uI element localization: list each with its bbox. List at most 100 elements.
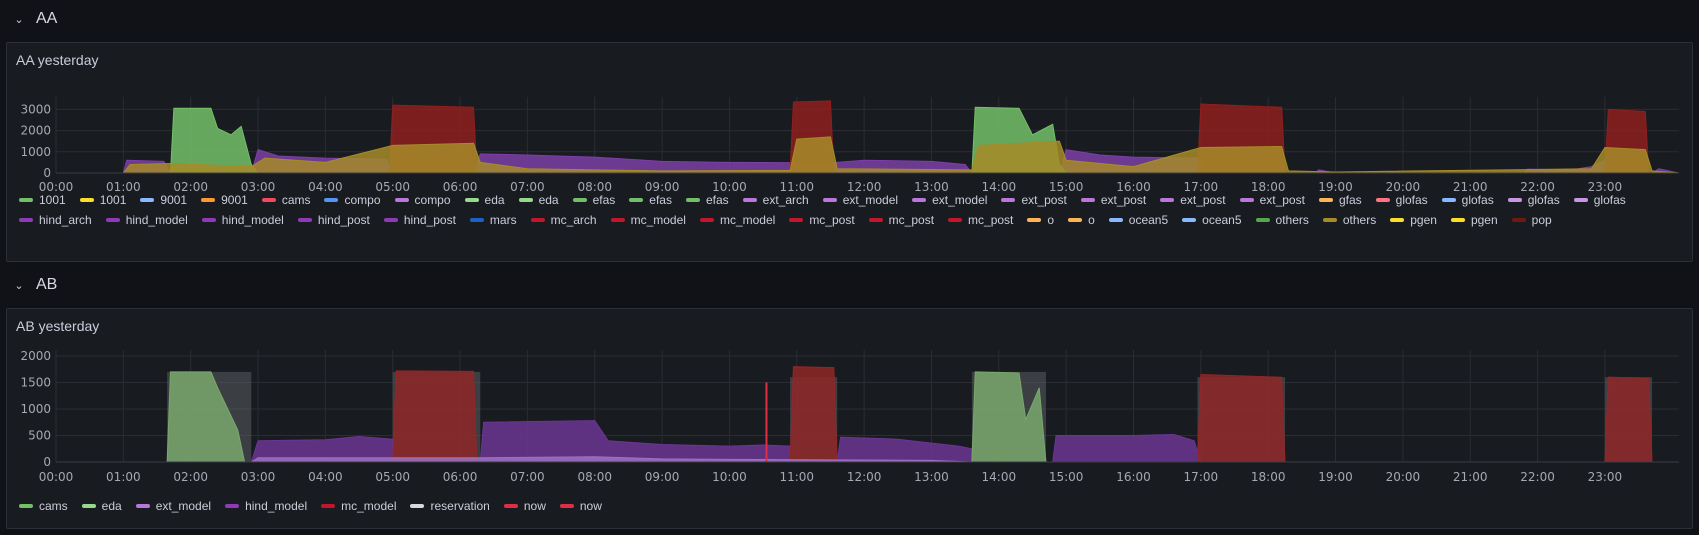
panel-aa-yesterday[interactable]: AA yesterday 0 1000 2000 3000 00:00 01:00 02:0… (6, 42, 1693, 262)
legend-swatch (324, 198, 339, 202)
legend-item[interactable]: ext_model (135, 499, 211, 513)
timeseries-chart[interactable]: 0 500 1000 1500 2000 00:00 01:00 02:00 03:00 04:0… (7, 309, 1694, 494)
legend-swatch (19, 198, 33, 202)
x-tick-label: 04:00 (308, 180, 343, 193)
legend-item[interactable]: hind_post (297, 213, 370, 227)
legend-label: pgen (1410, 213, 1437, 227)
legend-swatch (410, 504, 425, 508)
x-tick-label: 07:00 (510, 470, 545, 484)
legend-item[interactable]: glofas (1375, 193, 1428, 207)
legend-item[interactable]: gfas (1318, 193, 1362, 207)
legend-item[interactable]: ext_post (1239, 193, 1305, 207)
legend-item[interactable]: efas (685, 193, 729, 207)
y-tick-label: 1000 (20, 145, 51, 159)
legend-item[interactable]: ocean5 (1108, 213, 1168, 227)
legend-item[interactable]: 1001 (19, 193, 66, 207)
legend-label: 9001 (160, 193, 188, 207)
legend-item[interactable]: compo (394, 193, 451, 207)
legend-item[interactable]: efas (629, 193, 672, 207)
legend-item[interactable]: ext_model (822, 193, 898, 207)
legend-item[interactable]: hind_arch (19, 213, 92, 227)
legend-item[interactable]: pop (1511, 213, 1552, 227)
legend-swatch (464, 198, 479, 202)
legend-item[interactable]: ocean5 (1182, 213, 1242, 227)
legend-item[interactable]: hind_model (105, 213, 188, 227)
legend-item[interactable]: compo (324, 193, 381, 207)
x-tick-label: 11:00 (779, 470, 814, 484)
legend-item[interactable]: ext_model (912, 193, 987, 207)
legend-item[interactable]: ext_arch (742, 193, 809, 207)
legend-item[interactable]: 9001 (140, 193, 187, 207)
legend-swatch (1511, 218, 1526, 222)
legend-swatch (503, 504, 518, 508)
legend-item[interactable]: mc_model (610, 213, 686, 227)
legend-item[interactable]: hind_post (383, 213, 456, 227)
legend-item[interactable]: mars (469, 213, 517, 227)
legend-swatch (140, 198, 155, 202)
legend-item[interactable]: pgen (1390, 213, 1437, 227)
legend-item[interactable]: efas (572, 193, 616, 207)
legend-label: ocean5 (1202, 213, 1242, 227)
legend-item[interactable]: mc_post (868, 213, 934, 227)
legend-item[interactable]: hind_model (225, 499, 307, 513)
x-tick-label: 23:00 (1588, 470, 1623, 484)
legend-item[interactable]: o (1068, 213, 1095, 227)
legend-item[interactable]: 1001 (79, 193, 127, 207)
legend-item[interactable]: others (1322, 213, 1376, 227)
x-tick-label: 04:00 (308, 470, 343, 484)
legend-swatch (1322, 218, 1337, 222)
x-tick-label: 05:00 (375, 180, 410, 193)
legend-item[interactable]: ext_post (1160, 193, 1226, 207)
x-tick-label: 17:00 (1184, 470, 1219, 484)
x-tick-label: 03:00 (241, 470, 276, 484)
legend-item[interactable]: others (1255, 213, 1309, 227)
legend-item[interactable]: ext_post (1080, 193, 1146, 207)
legend-item[interactable]: now (503, 499, 546, 513)
legend-swatch (1239, 198, 1254, 202)
x-tick-label: 12:00 (847, 470, 882, 484)
legend-label: efas (592, 193, 616, 207)
x-tick-label: 09:00 (645, 470, 680, 484)
legend-item[interactable]: cams (19, 499, 68, 513)
legend-item[interactable]: ext_post (1001, 193, 1067, 207)
legend-swatch (394, 198, 409, 202)
row-header-ab[interactable]: ⌄ AB (0, 270, 57, 300)
legend-item[interactable]: glofas (1573, 193, 1626, 207)
legend-item[interactable]: 9001 (201, 193, 248, 207)
legend-label: 1001 (99, 193, 127, 207)
legend-item[interactable]: o (1027, 213, 1054, 227)
legend-item[interactable]: mc_arch (530, 213, 597, 227)
chart-legend: cams eda ext_model hind_model mc_model reserv… (19, 499, 1679, 513)
legend-item[interactable]: eda (464, 193, 505, 207)
chevron-down-icon[interactable]: ⌄ (12, 13, 26, 26)
legend-swatch (1318, 198, 1333, 202)
legend-swatch (1108, 218, 1123, 222)
legend-item[interactable]: mc_post (789, 213, 855, 227)
legend-item[interactable]: cams (261, 193, 310, 207)
timeseries-chart[interactable]: 0 1000 2000 3000 00:00 01:00 02:00 03:00 04:00 05… (7, 43, 1694, 193)
row-title: AB (36, 276, 58, 293)
x-tick-label: 15:00 (1049, 470, 1084, 484)
chevron-down-icon[interactable]: ⌄ (12, 279, 26, 292)
x-tick-label: 19:00 (1318, 470, 1353, 484)
legend-item[interactable]: mc_post (948, 213, 1013, 227)
legend-label: ext_post (1259, 193, 1305, 207)
x-tick-label: 10:00 (712, 180, 747, 193)
x-tick-label: 14:00 (982, 180, 1017, 193)
legend-item[interactable]: glofas (1441, 193, 1494, 207)
legend-swatch (383, 218, 398, 222)
legend-item[interactable]: now (559, 499, 602, 513)
legend-item[interactable]: mc_model (699, 213, 775, 227)
legend-item[interactable]: mc_model (321, 499, 396, 513)
legend-item[interactable]: hind_model (201, 213, 284, 227)
legend-item[interactable]: eda (518, 193, 559, 207)
legend-item[interactable]: eda (81, 499, 122, 513)
legend-item[interactable]: pgen (1450, 213, 1498, 227)
legend-label: compo (344, 193, 381, 207)
x-tick-label: 18:00 (1251, 470, 1286, 484)
legend-swatch (1450, 218, 1465, 222)
legend-item[interactable]: glofas (1507, 193, 1560, 207)
legend-item[interactable]: reservation (410, 499, 490, 513)
panel-ab-yesterday[interactable]: AB yesterday 0 500 1000 1500 2000 00:00 01:00 0… (6, 308, 1693, 529)
row-header-aa[interactable]: ⌄ AA (0, 4, 57, 34)
